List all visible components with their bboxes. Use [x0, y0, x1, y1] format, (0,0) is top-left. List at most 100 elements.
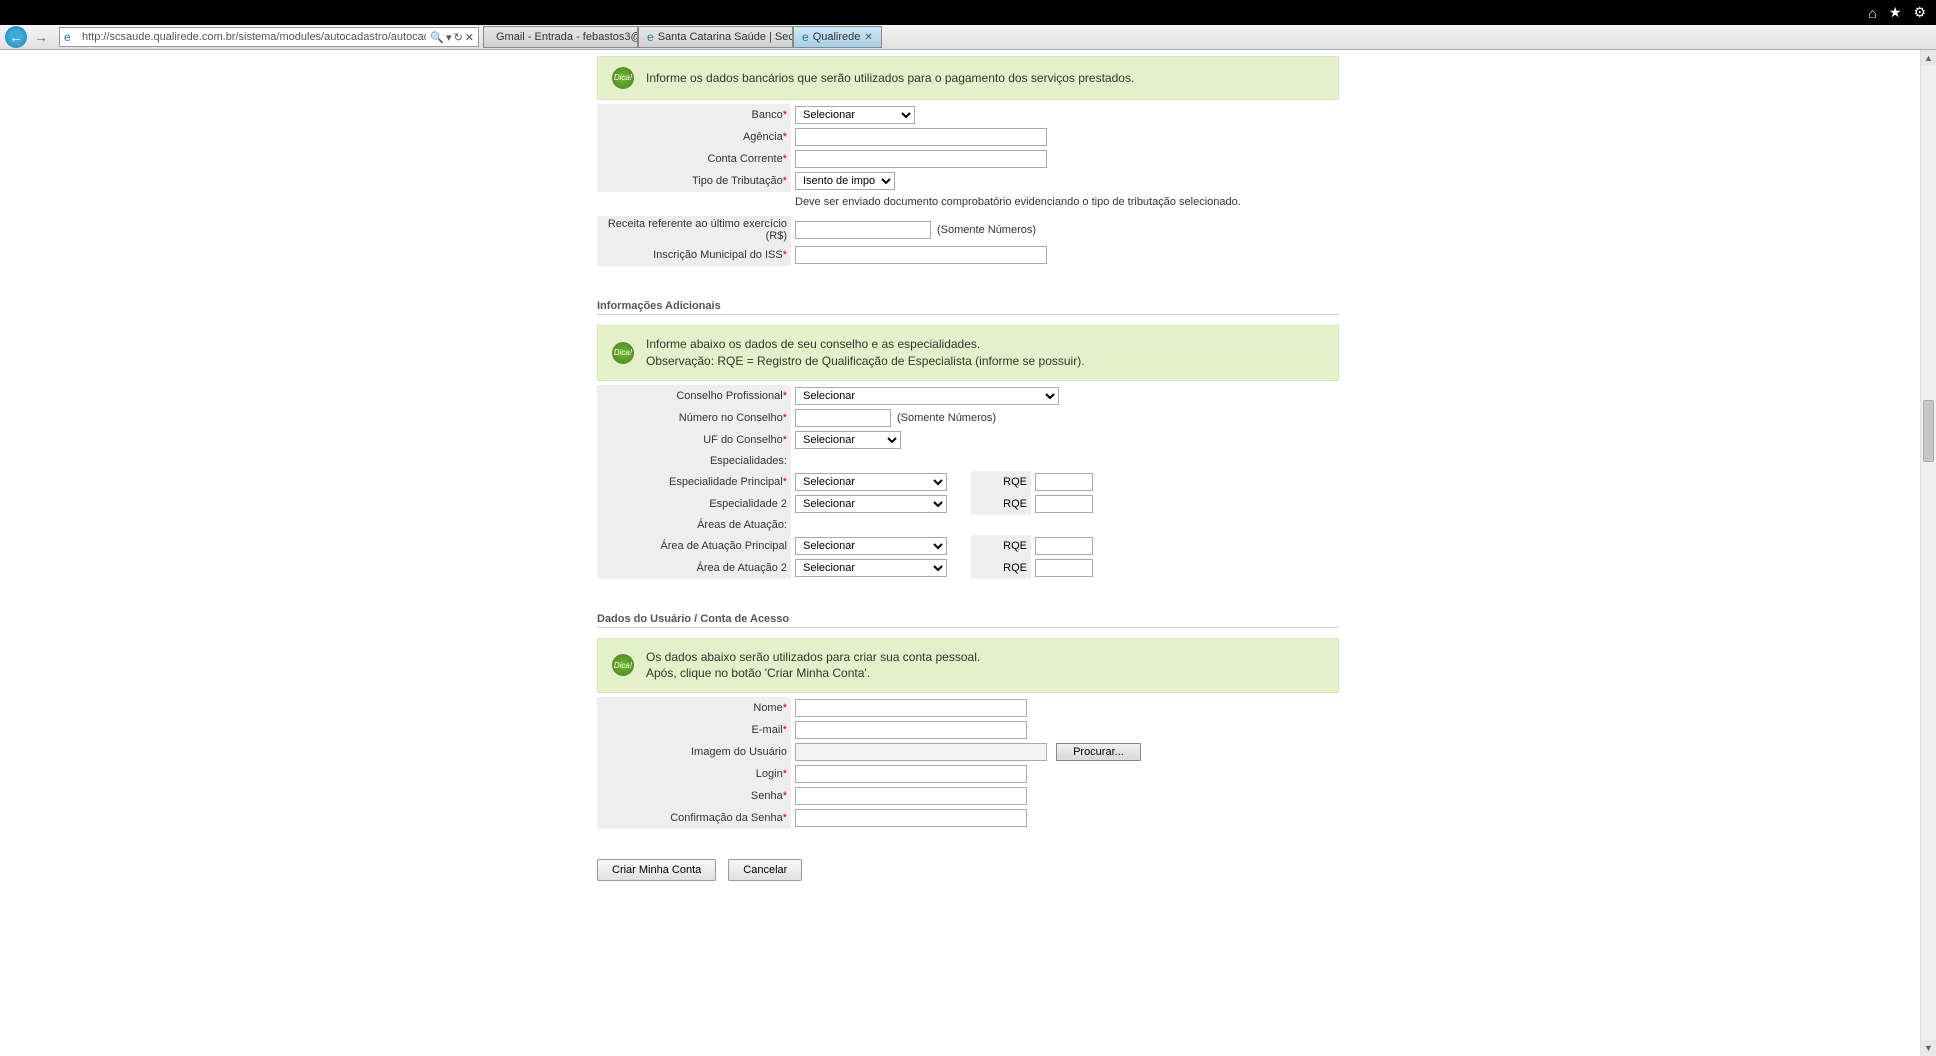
area2-label: Área de Atuação 2 [696, 562, 787, 574]
scrollbar[interactable]: ▲ ▼ [1920, 50, 1936, 1056]
scroll-down-icon[interactable]: ▼ [1921, 1040, 1936, 1056]
dropdown-icon[interactable]: ▾ [446, 31, 452, 44]
tab-label: Gmail - Entrada - febastos3@g... [496, 31, 638, 43]
favorites-icon[interactable]: ★ [1889, 4, 1902, 21]
banco-label: Banco [752, 109, 783, 121]
tab-label: Qualirede [813, 31, 861, 43]
ie-favicon: e [802, 30, 809, 44]
form-bank-2: Receita referente ao último exercício (R… [597, 216, 1339, 266]
file-display [795, 743, 1047, 761]
button-row: Criar Minha Conta Cancelar [597, 859, 1339, 881]
rqe-area-principal-input[interactable] [1035, 537, 1093, 555]
numero-hint: (Somente Números) [897, 412, 996, 424]
section-title-user: Dados do Usuário / Conta de Acesso [597, 613, 1339, 628]
area-principal-label: Área de Atuação Principal [660, 540, 787, 552]
numero-input[interactable] [795, 409, 891, 427]
section-title-add: Informações Adicionais [597, 300, 1339, 315]
especialidades-label: Especialidades: [710, 455, 787, 467]
procurar-button[interactable]: Procurar... [1056, 743, 1141, 761]
tab-strip: Gmail - Entrada - febastos3@g... e Santa… [483, 26, 882, 48]
senha-label: Senha [751, 790, 783, 802]
tributacao-note: Deve ser enviado documento comprobatório… [597, 192, 1339, 212]
form-add: Conselho Profissional* Selecionar Número… [597, 385, 1339, 579]
banco-select[interactable]: Selecionar [795, 106, 915, 124]
conta-input[interactable] [795, 150, 1047, 168]
conselho-select[interactable]: Selecionar [795, 387, 1059, 405]
esp-principal-label: Especialidade Principal [669, 476, 783, 488]
uf-select[interactable]: Selecionar [795, 431, 901, 449]
forward-button[interactable]: → [27, 26, 55, 48]
login-label: Login [756, 768, 783, 780]
rqe-esp2-input[interactable] [1035, 495, 1093, 513]
scroll-up-icon[interactable]: ▲ [1921, 50, 1936, 66]
receita-label: Receita referente ao último exercício (R… [608, 218, 787, 242]
gear-icon[interactable]: ⚙ [1913, 4, 1926, 21]
area2-select[interactable]: Selecionar [795, 559, 947, 577]
tip-icon: Dica! [612, 654, 634, 676]
page-viewport: Dica! Informe os dados bancários que ser… [0, 50, 1936, 1056]
url-input[interactable] [82, 31, 426, 43]
conselho-label: Conselho Profissional [676, 390, 782, 402]
area-principal-select[interactable]: Selecionar [795, 537, 947, 555]
agencia-label: Agência [743, 131, 783, 143]
cancelar-button[interactable]: Cancelar [728, 859, 802, 881]
ie-icon: e [64, 30, 78, 44]
nome-label: Nome [753, 702, 782, 714]
numero-label: Número no Conselho [679, 412, 783, 424]
tab-gmail[interactable]: Gmail - Entrada - febastos3@g... [483, 26, 638, 48]
refresh-icon[interactable]: ↻ [454, 31, 463, 44]
back-button[interactable]: ← [5, 26, 27, 48]
search-icon[interactable]: 🔍 [430, 31, 444, 44]
agencia-input[interactable] [795, 128, 1047, 146]
areas-label: Áreas de Atuação: [697, 519, 787, 531]
esp-principal-select[interactable]: Selecionar [795, 473, 947, 491]
tip-text: Os dados abaixo serão utilizados para cr… [646, 649, 980, 683]
rqe-label: RQE [1003, 498, 1027, 510]
receita-hint: (Somente Números) [937, 224, 1036, 236]
page-content: Dica! Informe os dados bancários que ser… [597, 50, 1339, 911]
conta-label: Conta Corrente [708, 153, 783, 165]
confirma-input[interactable] [795, 809, 1027, 827]
tip-text: Informe abaixo os dados de seu conselho … [646, 336, 1085, 370]
form-user: Nome* E-mail* Imagem do Usuário Procurar… [597, 697, 1339, 829]
close-tab-icon[interactable]: ✕ [864, 32, 872, 43]
esp2-select[interactable]: Selecionar [795, 495, 947, 513]
login-input[interactable] [795, 765, 1027, 783]
tributacao-label: Tipo de Tributação [692, 175, 783, 187]
stop-icon[interactable]: ✕ [465, 31, 474, 44]
senha-input[interactable] [795, 787, 1027, 805]
inscricao-input[interactable] [795, 246, 1047, 264]
email-label: E-mail [752, 724, 783, 736]
imagem-label: Imagem do Usuário [691, 746, 787, 758]
browser-titlebar: ⌂ ★ ⚙ [0, 0, 1936, 25]
tip-text: Informe os dados bancários que serão uti… [646, 70, 1134, 87]
criar-conta-button[interactable]: Criar Minha Conta [597, 859, 716, 881]
scroll-thumb[interactable] [1923, 400, 1934, 462]
rqe-area2-input[interactable] [1035, 559, 1093, 577]
rqe-esp-principal-input[interactable] [1035, 473, 1093, 491]
tip-icon: Dica! [612, 342, 634, 364]
tip-bank: Dica! Informe os dados bancários que ser… [597, 56, 1339, 100]
email-input[interactable] [795, 721, 1027, 739]
tip-user: Dica! Os dados abaixo serão utilizados p… [597, 638, 1339, 694]
tip-icon: Dica! [612, 67, 634, 89]
inscricao-label: Inscrição Municipal do ISS [653, 249, 783, 261]
esp2-label: Especialidade 2 [709, 498, 787, 510]
tab-label: Santa Catarina Saúde | Secretar... [658, 31, 793, 43]
nome-input[interactable] [795, 699, 1027, 717]
receita-input[interactable] [795, 221, 931, 239]
tributacao-select[interactable]: Isento de impostos [795, 172, 895, 190]
tab-qualirede[interactable]: e Qualirede ✕ [793, 26, 882, 48]
rqe-label: RQE [1003, 476, 1027, 488]
form-bank: Banco* Selecionar Agência* Conta Corrent… [597, 104, 1339, 192]
rqe-label: RQE [1003, 540, 1027, 552]
ie-favicon: e [647, 30, 654, 44]
tip-add: Dica! Informe abaixo os dados de seu con… [597, 325, 1339, 381]
address-bar[interactable]: e 🔍 ▾ ↻ ✕ [59, 27, 479, 47]
uf-label: UF do Conselho [703, 434, 783, 446]
tab-sc-saude[interactable]: e Santa Catarina Saúde | Secretar... [638, 26, 793, 48]
browser-toolbar: ← → e 🔍 ▾ ↻ ✕ Gmail - Entrada - febastos… [0, 25, 1936, 50]
home-icon[interactable]: ⌂ [1868, 5, 1876, 21]
rqe-label: RQE [1003, 562, 1027, 574]
confirma-label: Confirmação da Senha [670, 812, 783, 824]
